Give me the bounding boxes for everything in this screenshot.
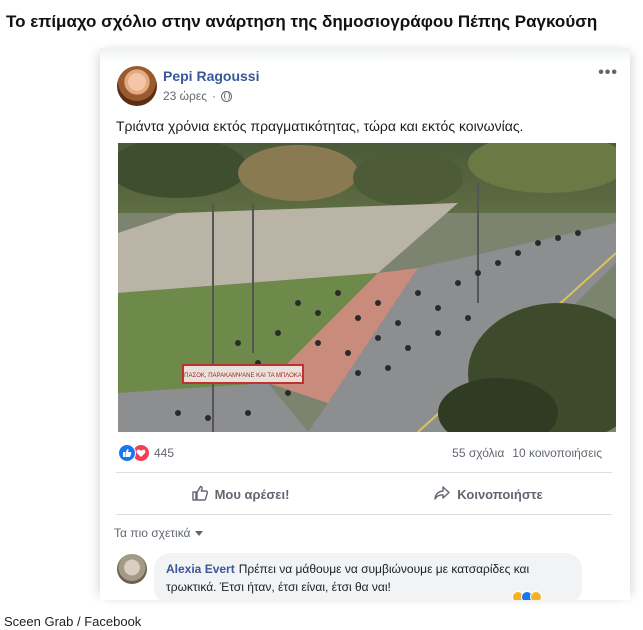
post-meta: 23 ώρες · bbox=[163, 89, 233, 103]
post-photo[interactable]: ΠΑΣΟΚ, ΠΑΡΑΚΑΜΨΑΝΕ ΚΑΙ ΤΑ ΜΠΛΟΚΑ bbox=[118, 143, 616, 432]
like-button[interactable]: Μου αρέσει! bbox=[116, 476, 364, 512]
protest-banner-text: ΠΑΣΟΚ, ΠΑΡΑΚΑΜΨΑΝΕ ΚΑΙ ΤΑ ΜΠΛΟΚΑ bbox=[184, 373, 302, 379]
reaction-count: 445 bbox=[154, 446, 175, 460]
image-credit: Sceen Grab / Facebook bbox=[4, 614, 142, 629]
share-button-label: Κοινοποιήστε bbox=[457, 486, 543, 502]
reactions-summary[interactable]: 445 bbox=[118, 444, 174, 462]
post-actions: Μου αρέσει! Κοινοποιήστε bbox=[116, 476, 612, 512]
caret-down-icon bbox=[194, 530, 203, 536]
post-author-name[interactable]: Pepi Ragoussi bbox=[163, 68, 259, 84]
commenter-avatar[interactable] bbox=[117, 554, 147, 584]
article-headline: Το επίμαχο σχόλιο στην ανάρτηση της δημο… bbox=[6, 12, 598, 31]
author-avatar[interactable] bbox=[117, 66, 157, 106]
comment-author[interactable]: Alexia Evert bbox=[166, 562, 235, 576]
divider bbox=[116, 514, 612, 515]
post-stats: 55 σχόλια 10 κοινοποιήσεις bbox=[452, 446, 602, 460]
thumbs-up-icon bbox=[191, 484, 209, 505]
post-text: Τριάντα χρόνια εκτός πραγματικότητας, τώ… bbox=[116, 118, 524, 134]
card-top-fade bbox=[100, 48, 630, 62]
facebook-post-card: Pepi Ragoussi 23 ώρες · ••• Τριάντα χρόν… bbox=[100, 48, 630, 600]
comment-sort-dropdown[interactable]: Τα πιο σχετικά bbox=[114, 526, 203, 540]
protest-street-photo: ΠΑΣΟΚ, ΠΑΡΑΚΑΜΨΑΝΕ ΚΑΙ ΤΑ ΜΠΛΟΚΑ bbox=[118, 143, 616, 432]
like-button-label: Μου αρέσει! bbox=[214, 486, 290, 502]
more-options-icon[interactable]: ••• bbox=[598, 64, 618, 82]
share-button[interactable]: Κοινοποιήστε bbox=[364, 476, 612, 512]
divider bbox=[116, 472, 612, 473]
comment-sort-label: Τα πιο σχετικά bbox=[114, 526, 191, 540]
globe-icon bbox=[221, 90, 233, 102]
share-arrow-icon bbox=[433, 484, 451, 505]
comment-reactions[interactable] bbox=[512, 591, 542, 600]
comments-count[interactable]: 55 σχόλια bbox=[452, 446, 504, 460]
wow-reaction-icon bbox=[530, 591, 542, 600]
shares-count[interactable]: 10 κοινοποιήσεις bbox=[512, 446, 602, 460]
post-timestamp[interactable]: 23 ώρες bbox=[163, 89, 207, 103]
like-reaction-icon bbox=[118, 444, 136, 462]
